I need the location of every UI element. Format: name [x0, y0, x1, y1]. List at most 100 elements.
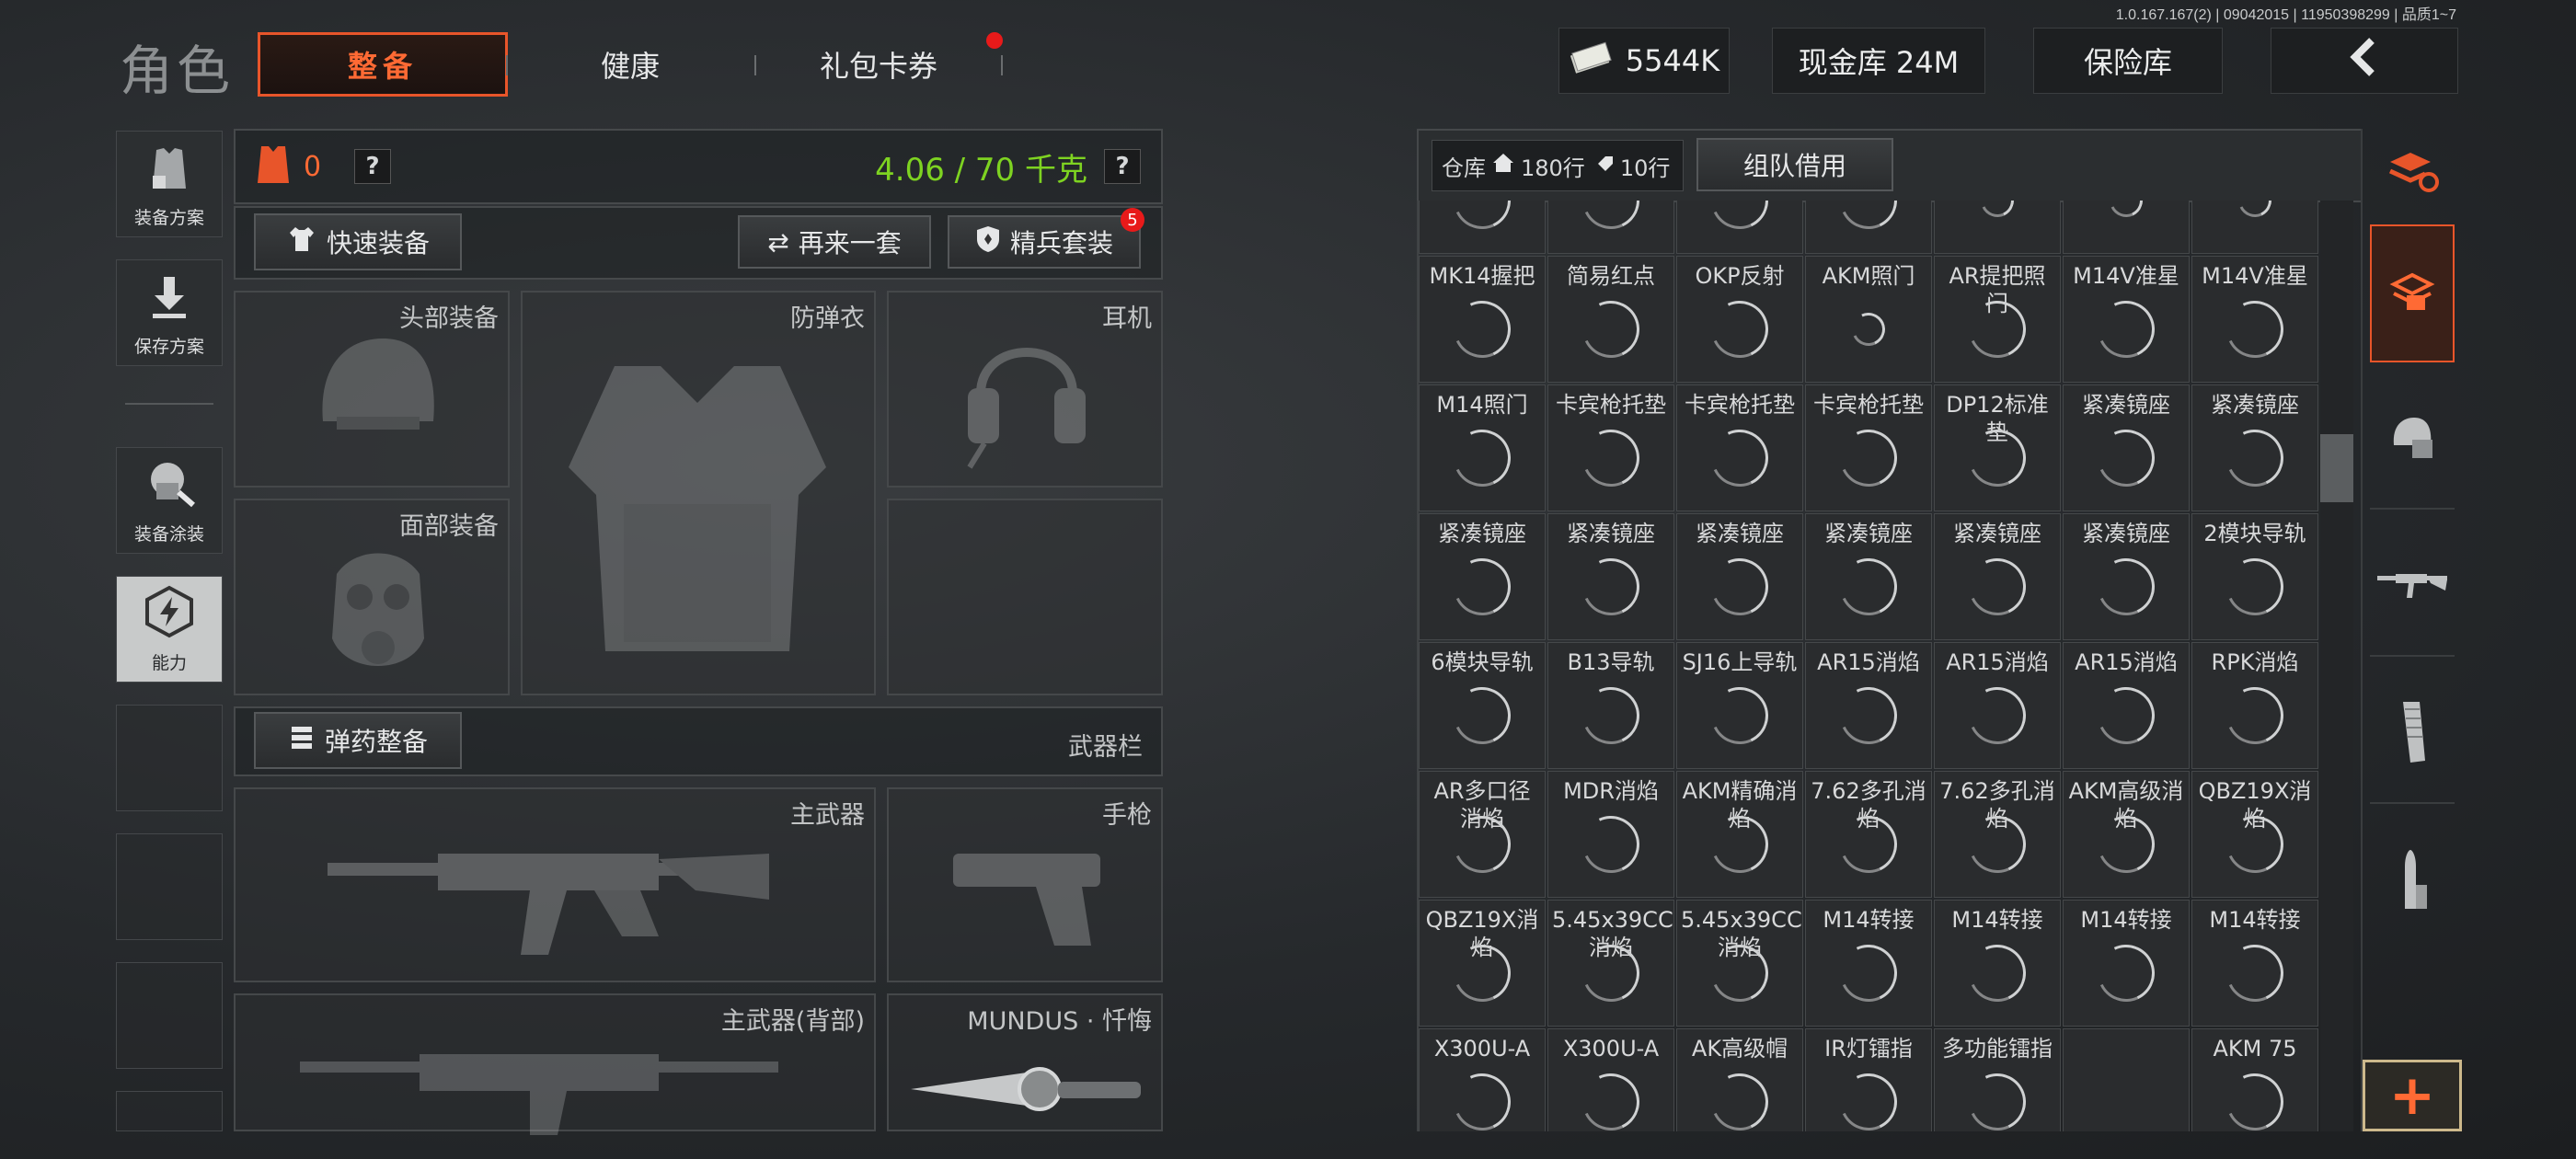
warehouse-item[interactable]: 7.62多孔消焰 — [1805, 771, 1932, 898]
equipment-paint-button[interactable]: 装备涂装 — [116, 447, 223, 554]
warehouse-item[interactable]: M14转接 — [1805, 900, 1932, 1027]
warehouse-item[interactable]: AKM高级消焰 — [2063, 771, 2190, 898]
empty-slot[interactable] — [116, 833, 223, 940]
loading-spinner-icon — [2218, 293, 2292, 366]
elite-set-button[interactable]: 精兵套装 — [948, 215, 1141, 269]
armor-help-button[interactable]: ? — [354, 149, 392, 184]
warehouse-item[interactable]: 紧凑镜座 — [2063, 384, 2190, 511]
slot-face[interactable]: 面部装备 — [234, 499, 510, 695]
warehouse-item[interactable]: 6模块导轨 — [1419, 642, 1546, 769]
warehouse-item[interactable]: M14转接 — [2191, 900, 2318, 1027]
warehouse-item[interactable]: SJ16上导轨 — [1676, 642, 1803, 769]
warehouse-item[interactable]: 紧凑镜座 — [2191, 384, 2318, 511]
warehouse-item[interactable] — [2063, 1028, 2190, 1131]
warehouse-item[interactable]: AR15消焰 — [2063, 642, 2190, 769]
warehouse-item[interactable] — [2191, 201, 2318, 254]
slot-headset[interactable]: 耳机 — [887, 291, 1163, 488]
warehouse-item[interactable] — [2063, 201, 2190, 254]
slot-melee[interactable]: MUNDUS · 忏悔 — [887, 993, 1163, 1131]
warehouse-item[interactable]: AR15消焰 — [1934, 642, 2061, 769]
add-category-button[interactable]: + — [2363, 1060, 2462, 1131]
empty-slot[interactable] — [116, 705, 223, 811]
warehouse-item[interactable]: B13导轨 — [1547, 642, 1674, 769]
ammo-equip-button[interactable]: 弹药整备 — [254, 712, 462, 769]
warehouse-item[interactable]: 2模块导轨 — [2191, 513, 2318, 640]
warehouse-item[interactable] — [1419, 201, 1546, 254]
warehouse-item[interactable] — [1676, 201, 1803, 254]
slot-empty[interactable] — [887, 499, 1163, 695]
warehouse-item[interactable]: RPK消焰 — [2191, 642, 2318, 769]
quick-equip-button[interactable]: 快速装备 — [254, 213, 462, 270]
scrollbar-thumb[interactable] — [2320, 434, 2353, 502]
team-borrow-button[interactable]: 组队借用 — [1696, 138, 1893, 191]
warehouse-item[interactable]: M14照门 — [1419, 384, 1546, 511]
warehouse-item[interactable]: 5.45x39CC消焰 — [1547, 900, 1674, 1027]
warehouse-item[interactable]: M14转接 — [2063, 900, 2190, 1027]
warehouse-item[interactable]: 多功能镭指 — [1934, 1028, 2061, 1131]
warehouse-item[interactable]: 紧凑镜座 — [2063, 513, 2190, 640]
warehouse-item[interactable]: 紧凑镜座 — [1547, 513, 1674, 640]
vault-button[interactable]: 现金库 24M — [1772, 28, 1985, 94]
slot-primary-back[interactable]: 主武器(背部) — [234, 993, 876, 1135]
back-button[interactable] — [2271, 28, 2458, 94]
warehouse-item[interactable]: X300U-A — [1547, 1028, 1674, 1131]
warehouse-item[interactable]: 5.45x39CC消焰 — [1676, 900, 1803, 1027]
warehouse-item[interactable]: DP12标准垫 — [1934, 384, 2061, 511]
warehouse-item[interactable]: 紧凑镜座 — [1805, 513, 1932, 640]
tab-gift-vouchers[interactable]: 礼包卡券 — [782, 32, 975, 97]
warehouse-item[interactable]: 紧凑镜座 — [1934, 513, 2061, 640]
warehouse-item[interactable]: M14转接 — [1934, 900, 2061, 1027]
loading-spinner-icon — [1975, 201, 2019, 222]
slot-primary-weapon[interactable]: 主武器 — [234, 787, 876, 982]
warehouse-item[interactable]: AR15消焰 — [1805, 642, 1932, 769]
warehouse-item[interactable]: M14V准星 — [2063, 256, 2190, 383]
warehouse-item[interactable] — [1547, 201, 1674, 254]
warehouse-item[interactable]: MK14握把 — [1419, 256, 1546, 383]
warehouse-item[interactable]: MDR消焰 — [1547, 771, 1674, 898]
again-set-button[interactable]: ⇄ 再来一套 — [738, 215, 931, 269]
warehouse-item[interactable]: OKP反射 — [1676, 256, 1803, 383]
warehouse-item[interactable]: QBZ19X消焰 — [2191, 771, 2318, 898]
empty-slot[interactable] — [116, 1091, 223, 1131]
category-magazines[interactable] — [2370, 666, 2455, 804]
category-ammo[interactable] — [2370, 813, 2455, 951]
warehouse-item[interactable] — [1805, 201, 1932, 254]
notification-dot — [986, 32, 1003, 49]
weight-help-button[interactable]: ? — [1104, 149, 1141, 184]
warehouse-item[interactable]: IR灯镭指 — [1805, 1028, 1932, 1131]
save-plan-button[interactable]: 保存方案 — [116, 259, 223, 366]
category-all[interactable] — [2370, 224, 2455, 362]
slot-head[interactable]: 头部装备 — [234, 291, 510, 488]
empty-slot[interactable] — [116, 962, 223, 1069]
warehouse-item[interactable]: AKM 75 — [2191, 1028, 2318, 1131]
category-weapons[interactable] — [2370, 519, 2455, 657]
warehouse-item[interactable]: X300U-A — [1419, 1028, 1546, 1131]
warehouse-item[interactable]: 卡宾枪托垫 — [1676, 384, 1803, 511]
tab-equip[interactable]: 整备 — [258, 32, 508, 97]
slot-pistol[interactable]: 手枪 — [887, 787, 1163, 982]
warehouse-item[interactable]: AR提把照门 — [1934, 256, 2061, 383]
warehouse-item[interactable]: M14V准星 — [2191, 256, 2318, 383]
category-gear[interactable] — [2370, 372, 2455, 510]
warehouse-item[interactable]: AK高级帽 — [1676, 1028, 1803, 1131]
loadout-plan-button[interactable]: 装备方案 — [116, 131, 223, 237]
warehouse-scrollbar[interactable] — [2320, 201, 2353, 1131]
warehouse-item[interactable]: QBZ19X消焰 — [1419, 900, 1546, 1027]
warehouse-item[interactable]: AKM精确消焰 — [1676, 771, 1803, 898]
warehouse-item[interactable]: 卡宾枪托垫 — [1805, 384, 1932, 511]
warehouse-item[interactable]: 卡宾枪托垫 — [1547, 384, 1674, 511]
warehouse-item[interactable]: 7.62多孔消焰 — [1934, 771, 2061, 898]
category-sort[interactable] — [2370, 129, 2455, 217]
warehouse-item[interactable]: AR多口径消焰 — [1419, 771, 1546, 898]
tab-health[interactable]: 健康 — [534, 32, 727, 97]
shirt-icon — [286, 225, 317, 259]
warehouse-item[interactable]: 紧凑镜座 — [1419, 513, 1546, 640]
warehouse-tab[interactable]: 仓库 180行 10行 — [1432, 140, 1684, 191]
warehouse-item[interactable]: AKM照门 — [1805, 256, 1932, 383]
safe-box-button[interactable]: 保险库 — [2033, 28, 2223, 94]
slot-vest[interactable]: 防弹衣 — [521, 291, 876, 695]
warehouse-item[interactable]: 简易红点 — [1547, 256, 1674, 383]
ability-button[interactable]: 能力 — [116, 576, 223, 683]
warehouse-item[interactable] — [1934, 201, 2061, 254]
warehouse-item[interactable]: 紧凑镜座 — [1676, 513, 1803, 640]
